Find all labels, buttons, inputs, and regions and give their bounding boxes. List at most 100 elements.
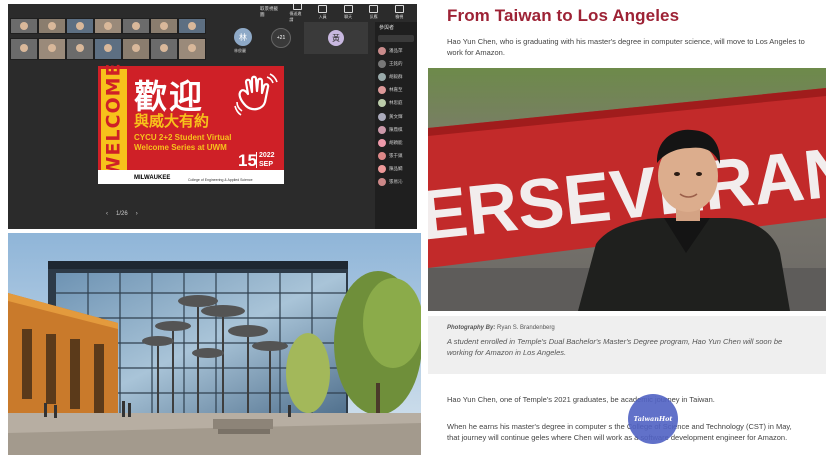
watermark-text: TaiwanHot [633,415,673,423]
participant-name: 黃文輝 [389,113,403,119]
participant-row[interactable]: 張易沁 [375,176,417,189]
participant-avatar [378,46,386,55]
participant-tile[interactable] [10,18,38,34]
participant-name: 胡穎能 [389,139,403,145]
toolbar-label: 聊天 [344,13,353,19]
credit-label: Photography By: [447,325,496,331]
article-lede: Hao Yun Chen, who is graduating with his… [447,37,805,57]
toolbar-label: 傳送邀請 [289,10,302,22]
view-icon [394,4,404,13]
participant-row[interactable]: 胡穎能 [375,136,417,149]
participant-name: 潘品萍 [389,47,403,53]
participant-avatar [378,152,386,161]
participants-title: 參與者 [379,25,395,31]
toolbar-label: 入員 [318,13,327,19]
toolbar-react[interactable]: 反應 [366,4,382,20]
participant-name: 陳品嫻 [389,166,403,172]
participant-row[interactable]: 陳品嫻 [375,163,417,176]
participant-name: 胡毅群 [389,73,403,79]
toolbar-label: 檢視 [395,13,404,19]
campus-building-photo [8,233,421,455]
chat-icon [343,4,353,13]
toolbar-chat[interactable]: 聊天 [340,4,356,20]
portrait-illustration: ERSEVERANCE [428,68,826,311]
participant-name: 林嘉至 [389,87,403,93]
participant-tile-large[interactable]: 黃 [304,22,368,54]
participant-name: 張于鎮 [389,153,403,159]
participant-tile[interactable] [10,38,38,60]
news-article: From Taiwan to Los Angeles Hao Yun Chen,… [428,0,826,455]
participant-name: 陳鼎棋 [389,126,403,132]
participant-avatar[interactable]: 林 [234,28,252,46]
toolbar-people[interactable]: 入員 [315,4,331,20]
more-count: +21 [276,35,286,41]
avatar-initial: 林 [239,32,247,42]
participant-tile[interactable] [150,38,178,60]
participant-name: 王銘的 [389,60,403,66]
participant-tile[interactable] [122,38,150,60]
slide-counter: 1/26 [116,211,128,217]
react-icon [369,4,379,13]
poster-line-2: Welcome Series at UWM [134,143,227,152]
participant-avatar [378,86,386,95]
participant-row[interactable]: 王銘的 [375,57,417,70]
avatar-initial: 黃 [332,33,340,43]
meeting-timer: 取景視截圖 [260,6,278,17]
avatar-name: 林俊麗 [234,48,246,53]
participant-avatar [378,178,386,187]
participant-tile[interactable] [94,38,122,60]
welcome-text: WELCOME [103,61,125,178]
participant-row[interactable]: 林嘉至 [375,84,417,97]
participant-tile[interactable] [178,38,206,60]
article-paragraph-1: Hao Yun Chen, one of Temple's 2021 gradu… [447,395,715,404]
participant-tile[interactable] [38,38,66,60]
article-hero-photo: ERSEVERANCE [428,68,826,311]
participant-avatar [378,72,386,81]
waving-hand-icon [234,73,278,116]
prev-slide-button[interactable]: ‹ [106,211,108,217]
participant-row[interactable]: 胡毅群 [375,70,417,83]
poster-vertical-word: WELCOME [101,62,127,177]
participant-row[interactable]: 陳鼎棋 [375,123,417,136]
participant-row[interactable]: 張于鎮 [375,150,417,163]
slide-pager: ‹ 1/26 › [106,211,138,217]
article-title: From Taiwan to Los Angeles [447,6,680,25]
participant-tile[interactable] [38,18,66,34]
credit-name: Ryan S. Brandenberg [497,325,555,331]
college-text: College of Engineering & Applied Science [188,178,253,182]
participant-avatar [378,99,386,108]
participant-row[interactable]: 林思庭 [375,97,417,110]
participant-tile[interactable] [150,18,178,34]
participant-row[interactable]: 黃文輝 [375,110,417,123]
video-meeting-screenshot: 林 林俊麗 +21 黃 取景視截圖 傳送邀請 入員 聊天 反應 檢視 其他 參與… [8,4,417,229]
participant-tile[interactable] [66,38,94,60]
poster-chinese-subtitle: 與威大有約 [134,112,210,130]
article-paragraph-2: When he earns his master's degree in com… [447,422,792,442]
next-slide-button[interactable]: › [136,211,138,217]
meeting-toolbar: 取景視截圖 傳送邀請 入員 聊天 反應 檢視 其他 [260,4,417,23]
poster-date-divider [256,152,257,168]
poster-day: 15 [238,151,257,170]
photo-caption: A student enrolled in Temple's Dual Bach… [447,337,783,357]
participant-avatar [378,59,386,68]
participant-avatar: 黃 [328,30,344,46]
poster-line-1: CYCU 2+2 Student Virtual [134,133,232,142]
participant-tile[interactable] [178,18,206,34]
participant-name: 林思庭 [389,100,403,106]
participant-tile[interactable] [94,18,122,34]
participants-search[interactable] [378,35,414,42]
toolbar-view[interactable]: 檢視 [391,4,407,20]
poster-month: SEP [259,161,274,168]
toolbar-invite[interactable]: 傳送邀請 [289,4,305,23]
uwm-logo-text: MILWAUKEE [134,175,171,181]
participant-row[interactable]: 潘品萍 [375,44,417,57]
participants-panel: 參與者 潘品萍 王銘的 胡毅群 林嘉至 林思庭 黃文輝 陳鼎棋 胡穎能 張于鎮 … [375,22,417,229]
poster-year: 2022 [259,152,275,159]
participant-tile[interactable] [122,18,150,34]
participant-avatar [378,138,386,147]
photo-credit: Photography By: Ryan S. Brandenberg [447,325,555,331]
participant-tile[interactable] [66,18,94,34]
more-participants-badge[interactable]: +21 [271,28,291,48]
taiwanhot-watermark: TaiwanHot [628,394,678,444]
invite-icon [292,4,302,10]
